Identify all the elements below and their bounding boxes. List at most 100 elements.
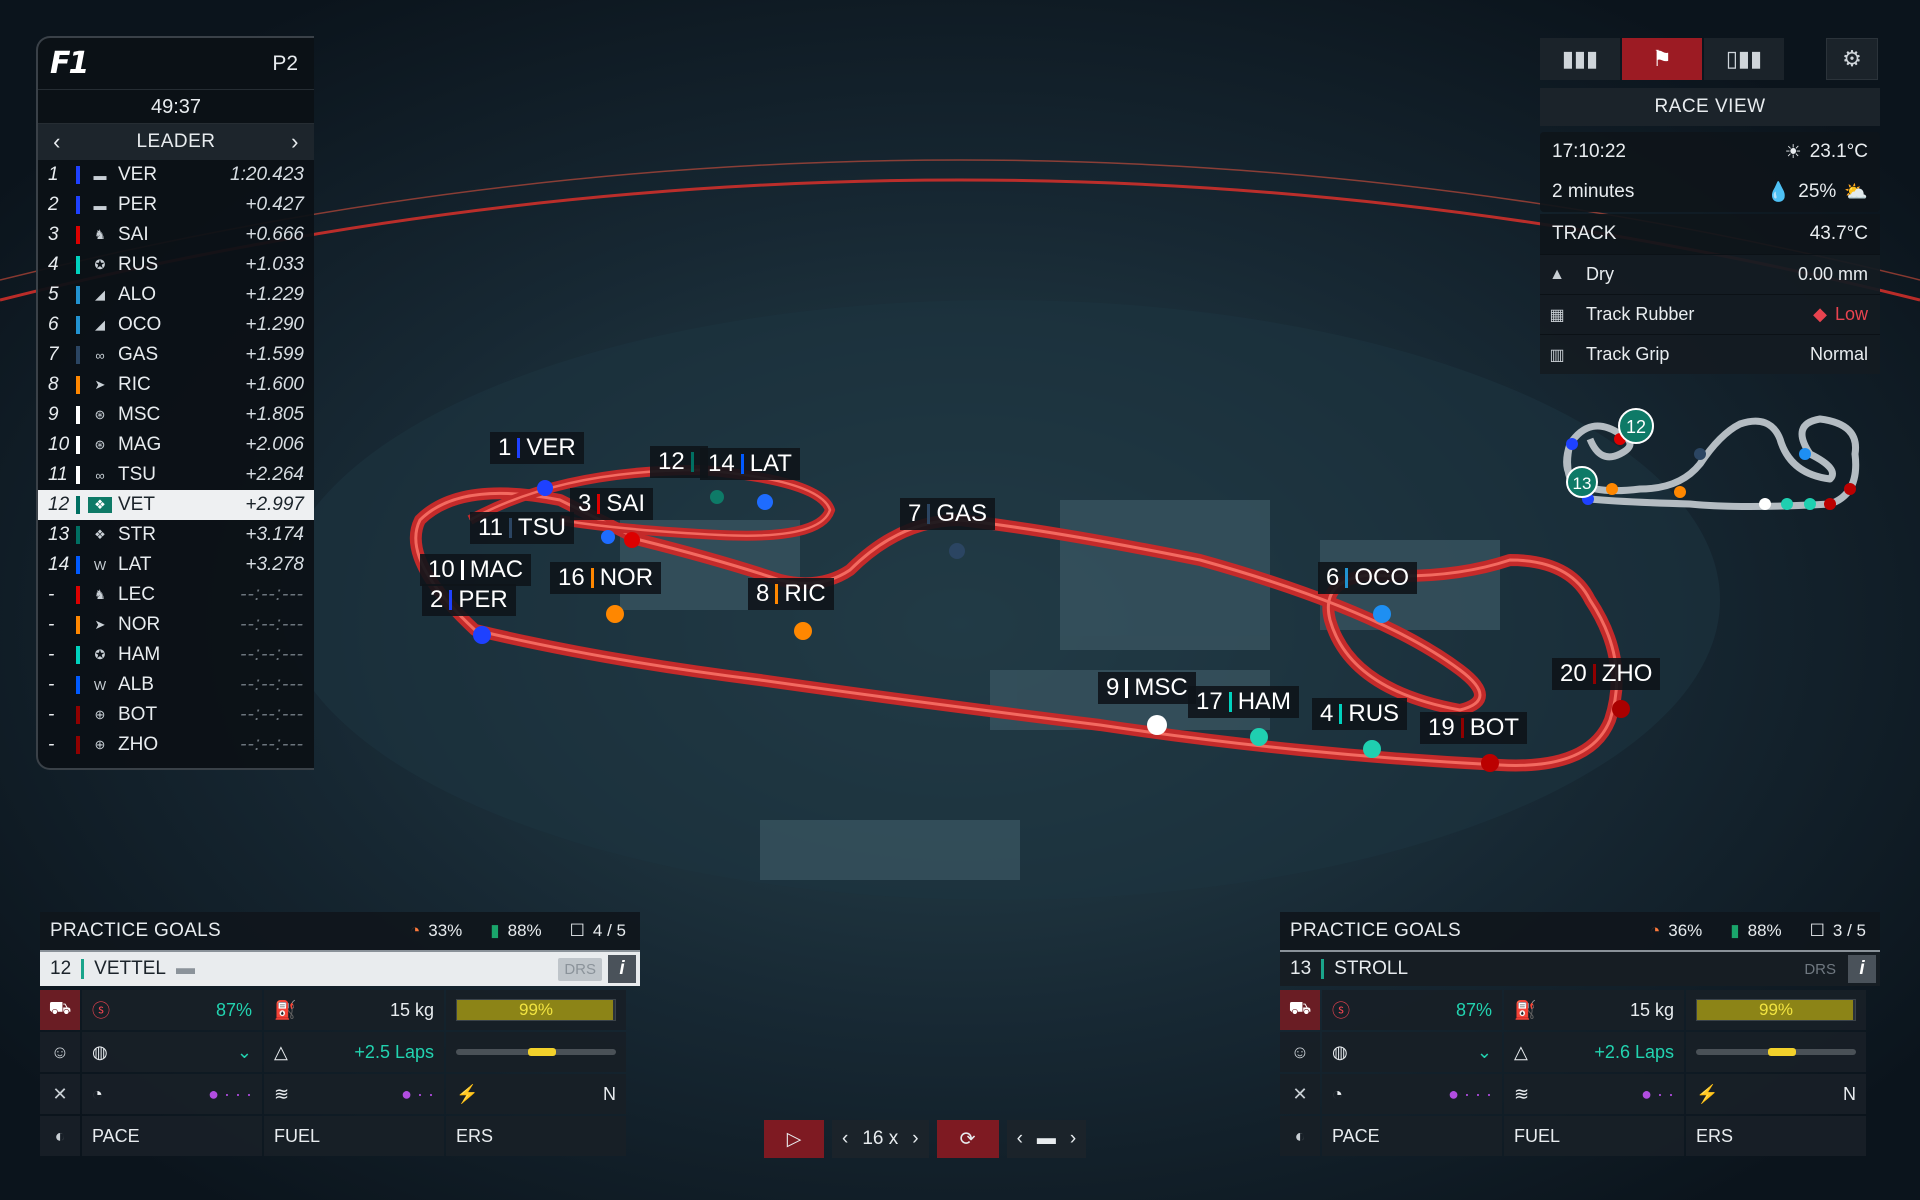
driver-name-bar[interactable]: 12 VETTEL ▬ DRS i: [40, 950, 640, 986]
standings-row[interactable]: 2 ▬ PER +0.427: [38, 190, 314, 220]
standings-row[interactable]: 11 ∞ TSU +2.264: [38, 460, 314, 490]
standings-row[interactable]: - ⊕ BOT --:--:---: [38, 700, 314, 730]
team-color-bar: [76, 646, 80, 664]
race-info-panel: ▮▮▮ ⚑ ▯▮▮ ⚙ RACE VIEW 17:10:22 ☀ 23.1°C …: [1540, 38, 1880, 524]
engineer-icon[interactable]: ☺: [1280, 1032, 1320, 1072]
car-icon[interactable]: ⛟: [40, 990, 80, 1030]
pace-mode-cell[interactable]: ◔ ● · · ·: [82, 1074, 262, 1114]
car-icon[interactable]: ⛟: [1280, 990, 1320, 1030]
standings-row[interactable]: 8 ➤ RIC +1.600: [38, 370, 314, 400]
team-color-bar: [517, 438, 521, 458]
standings-row[interactable]: - ♞ LEC --:--:---: [38, 580, 314, 610]
track-driver-label[interactable]: 20 ZHO: [1552, 658, 1661, 690]
fuel-mode-cell[interactable]: ≋ ● · ·: [264, 1074, 444, 1114]
pace-mode-cell[interactable]: ◔ ● · · ·: [1322, 1074, 1502, 1114]
standings-position: 6: [48, 314, 59, 335]
track-driver-label[interactable]: 11 TSU: [470, 512, 574, 544]
standings-row[interactable]: 10 ⊛ MAG +2.006: [38, 430, 314, 460]
timing-icon[interactable]: ▯▮▮: [1704, 38, 1784, 80]
camera-next-icon[interactable]: ›: [1070, 1128, 1076, 1150]
track-condition-row: ▲ Dry 0.00 mm: [1540, 254, 1880, 294]
car-number: 12: [658, 448, 685, 475]
gear-icon[interactable]: ⚙: [1826, 38, 1878, 80]
standings-row[interactable]: 14 W LAT +3.278: [38, 550, 314, 580]
play-button[interactable]: ▷: [764, 1120, 824, 1158]
helmet-icon[interactable]: ◐: [1280, 1116, 1320, 1156]
camera-control: ‹ ▬ ›: [1006, 1120, 1087, 1158]
engineer-icon[interactable]: ☺: [40, 1032, 80, 1072]
strategy-grid: ⛟ ⓢ 87% ⛽ 15 kg 99% ☺ ◍ ⌄ △ +2.6 Laps ✕ ◔ ● ·…: [1280, 990, 1880, 1156]
playback-controls: ▷ ‹ 16 x › ⟳ ‹ ▬ ›: [764, 1120, 1087, 1158]
driver-panel-right: PRACTICE GOALS ◔ 36% ▮ 88% ☐ 3 / 5 13 STROL…: [1280, 912, 1880, 1156]
ers-deploy-slider[interactable]: [456, 1048, 616, 1056]
standings-row[interactable]: - ✪ HAM --:--:---: [38, 640, 314, 670]
fuel-level-dots: ● · ·: [1641, 1083, 1674, 1104]
camera-prev-icon[interactable]: ‹: [1017, 1128, 1023, 1150]
standings-row[interactable]: 4 ✪ RUS +1.033: [38, 250, 314, 280]
track-driver-label[interactable]: 10 MAC: [420, 554, 532, 586]
track-driver-label[interactable]: 14 LAT: [700, 448, 800, 480]
aston-icon: ❖: [88, 497, 112, 513]
pace-label: PACE: [1322, 1116, 1502, 1156]
team-color-bar: [76, 676, 80, 694]
chevron-double-down-icon[interactable]: ⌄: [1477, 1042, 1492, 1063]
standings-row[interactable]: 5 ◢ ALO +1.229: [38, 280, 314, 310]
track-driver-label[interactable]: 17 HAM: [1188, 686, 1300, 718]
chevron-right-icon[interactable]: ›: [284, 129, 306, 155]
info-button[interactable]: i: [1848, 955, 1876, 983]
tyre-wear-cell: ⓢ 87%: [82, 990, 262, 1030]
track-driver-label[interactable]: 3 SAI: [570, 488, 654, 520]
at-icon: ∞: [95, 347, 105, 363]
chevron-double-down-icon[interactable]: ⌄: [237, 1042, 252, 1063]
session-clock: 49:37: [38, 90, 314, 124]
speed-decrease-icon[interactable]: ‹: [842, 1128, 848, 1150]
standings-row[interactable]: 9 ⊛ MSC +1.805: [38, 400, 314, 430]
track-driver-label[interactable]: 16 NOR: [550, 562, 662, 594]
standings-row[interactable]: 3 ♞ SAI +0.666: [38, 220, 314, 250]
track-driver-label[interactable]: 1 VER: [490, 432, 584, 464]
standings-row[interactable]: 13 ❖ STR +3.174: [38, 520, 314, 550]
chevron-left-icon[interactable]: ‹: [46, 129, 68, 155]
track-driver-label[interactable]: 19 BOT: [1420, 712, 1528, 744]
standings-row[interactable]: 7 ∞ GAS +1.599: [38, 340, 314, 370]
track-driver-label[interactable]: 6 OCO: [1318, 562, 1418, 594]
speed-increase-icon[interactable]: ›: [912, 1128, 918, 1150]
driver-panel-left: PRACTICE GOALS ◔ 33% ▮ 88% ☐ 4 / 5 12 VETTE…: [40, 912, 640, 1156]
helmet-icon[interactable]: ◐: [40, 1116, 80, 1156]
standings-row[interactable]: 12 ❖ VET +2.997: [38, 490, 314, 520]
driver-code: MSC: [118, 404, 161, 425]
standings-row[interactable]: - W ALB --:--:---: [38, 670, 314, 700]
bar-chart-icon[interactable]: ▮▮▮: [1540, 38, 1620, 80]
info-button[interactable]: i: [608, 955, 636, 983]
team-color-bar: [76, 286, 80, 304]
gap-time: --:--:---: [240, 584, 304, 605]
track-driver-label[interactable]: 8 RIC: [748, 578, 834, 610]
ers-mode-cell[interactable]: ⚡ N: [1686, 1074, 1866, 1114]
standings-row[interactable]: 1 ▬ VER 1:20.423: [38, 160, 314, 190]
tyre-view-button[interactable]: ⟳: [936, 1120, 999, 1158]
team-color-bar: [590, 568, 594, 588]
driver-name-bar[interactable]: 13 STROLL DRS i: [1280, 950, 1880, 986]
camera-icon[interactable]: ▬: [1037, 1128, 1056, 1150]
standings-row[interactable]: 6 ◢ OCO +1.290: [38, 310, 314, 340]
wrench-icon[interactable]: ✕: [1280, 1074, 1320, 1114]
team-color-bar: [449, 590, 453, 610]
team-color-bar: [1345, 568, 1349, 588]
team-color-bar: [76, 256, 80, 274]
tyre-goal-pct: 33%: [428, 921, 463, 940]
track-driver-label[interactable]: 4 RUS: [1312, 698, 1408, 730]
fuel-label: FUEL: [264, 1116, 444, 1156]
wrench-icon[interactable]: ✕: [40, 1074, 80, 1114]
team-color-bar: [76, 586, 80, 604]
fuel-mode-cell[interactable]: ≋ ● · ·: [1504, 1074, 1684, 1114]
track-driver-label[interactable]: 2 PER: [422, 584, 516, 616]
track-driver-label[interactable]: 9 MSC: [1098, 672, 1196, 704]
standings-row[interactable]: - ⊕ ZHO --:--:---: [38, 730, 314, 760]
speedometer-icon: ◔: [92, 1083, 103, 1104]
ers-deploy-slider[interactable]: [1696, 1048, 1856, 1056]
track-driver-label[interactable]: 7 GAS: [900, 498, 996, 530]
flag-icon[interactable]: ⚑: [1622, 38, 1702, 80]
driver-code: GAS: [936, 500, 988, 527]
ers-mode-cell[interactable]: ⚡ N: [446, 1074, 626, 1114]
standings-row[interactable]: - ➤ NOR --:--:---: [38, 610, 314, 640]
